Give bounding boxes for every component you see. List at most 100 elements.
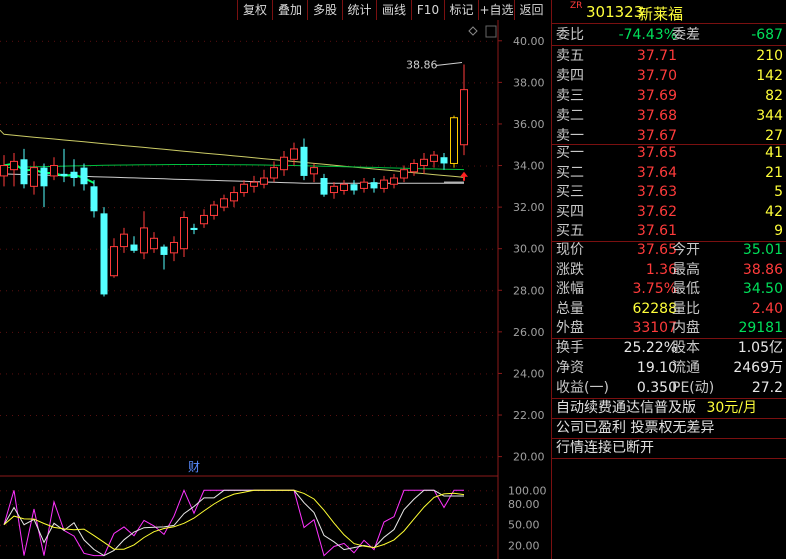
osc-grid-dot [480,545,481,547]
grid-dot [192,82,193,84]
osc-grid-dot [234,545,235,547]
kline-chart[interactable]: 40.00 38.00 36.00 34.00 32.00 30.00 28.00 26.00… [0,20,551,559]
grid-dot [360,373,361,375]
candle-body [440,157,448,164]
grid-dot [72,248,73,250]
grid-dot [174,415,175,417]
f10-button[interactable]: F10 [411,0,444,20]
osc-grid-dot [360,490,361,492]
grid-dot [42,415,43,417]
grid-dot [288,331,289,333]
bid-row: 买四 37.62 42 [552,202,785,222]
grid-dot [60,415,61,417]
grid-dot [408,207,409,209]
kline-svg[interactable]: 40.00 38.00 36.00 34.00 32.00 30.00 28.00 26.00… [0,20,551,559]
grid-dot [216,165,217,167]
grid-dot [180,40,181,42]
grid-dot [252,207,253,209]
grid-dot [300,207,301,209]
osc-grid-dot [372,490,373,492]
grid-dot [480,331,481,333]
y-tick-label: 28.00 [513,284,545,297]
grid-dot [198,40,199,42]
osc-grid-dot [474,524,475,526]
osc-grid-dot [426,545,427,547]
grid-dot [336,123,337,125]
osc-grid-dot [114,545,115,547]
grid-dot [408,331,409,333]
grid-dot [282,82,283,84]
grid-dot [426,123,427,125]
quote-label-2: 今开 [672,242,700,258]
grid-dot [126,207,127,209]
osc-grid-dot [42,524,43,526]
grid-dot [480,248,481,250]
grid-dot [444,415,445,417]
grid-dot [192,165,193,167]
mark-button[interactable]: 标记 [444,0,478,20]
osc-grid-dot [36,504,37,506]
grid-dot [204,165,205,167]
osc-grid-dot [78,524,79,526]
grid-dot [228,373,229,375]
grid-dot [120,40,121,42]
multi-stock-button[interactable]: 多股 [307,0,342,20]
osc-grid-dot [270,524,271,526]
osc-grid-dot [96,524,97,526]
grid-dot [78,290,79,292]
grid-dot [378,290,379,292]
drawing-button[interactable]: 画线 [376,0,411,20]
grid-dot [234,207,235,209]
grid-dot [174,290,175,292]
restore-rights-button[interactable]: 复权 [237,0,272,20]
grid-dot [174,165,175,167]
subscription-line[interactable]: 自动续费通达信普及版 30元/月 [556,398,784,419]
grid-dot [270,373,271,375]
bid-price: 37.64 [636,164,677,181]
chart-toolbar: 复权 叠加 多股 统计 画线 F10 标记 +自选 返回 [0,0,551,20]
grid-dot [318,331,319,333]
back-button[interactable]: 返回 [514,0,548,20]
grid-dot [180,456,181,458]
statistics-button[interactable]: 统计 [342,0,376,20]
grid-dot [186,82,187,84]
grid-dot [186,456,187,458]
overlay-button[interactable]: 叠加 [272,0,307,20]
grid-dot [342,248,343,250]
grid-dot [480,40,481,42]
grid-dot [318,248,319,250]
osc-grid-dot [126,545,127,547]
grid-dot [66,290,67,292]
osc-grid-dot [372,545,373,547]
grid-dot [354,123,355,125]
osc-grid-dot [444,545,445,547]
grid-dot [192,290,193,292]
grid-dot [18,248,19,250]
osc-grid-dot [468,504,469,506]
grid-dot [468,165,469,167]
grid-dot [234,123,235,125]
grid-dot [138,40,139,42]
grid-dot [336,373,337,375]
grid-dot [36,207,37,209]
osc-grid-dot [96,504,97,506]
grid-dot [360,165,361,167]
candle-body [0,165,8,177]
grid-dot [480,123,481,125]
osc-grid-dot [132,504,133,506]
grid-dot [474,373,475,375]
grid-dot [408,290,409,292]
bid-level-label: 买四 [556,203,584,220]
grid-dot [354,456,355,458]
quote-label-2: 最低 [672,281,700,297]
grid-dot [168,40,169,42]
grid-dot [366,207,367,209]
grid-dot [18,290,19,292]
candle-body [460,89,468,146]
osc-grid-dot [168,490,169,492]
grid-dot [66,207,67,209]
add-watchlist-button[interactable]: +自选 [478,0,514,20]
grid-dot [54,82,55,84]
osc-d-line [3,489,465,550]
grid-dot [288,373,289,375]
